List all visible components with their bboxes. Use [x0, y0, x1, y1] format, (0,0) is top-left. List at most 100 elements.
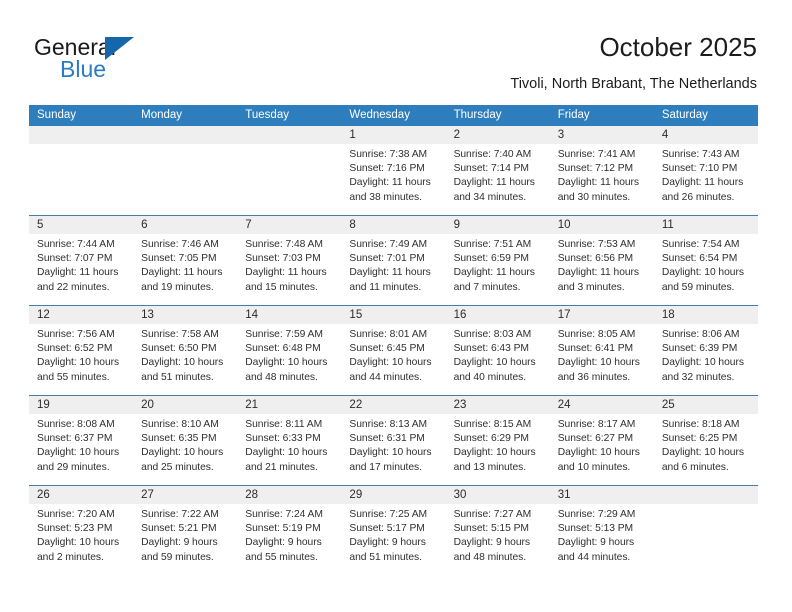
day-detail-line: and 25 minutes. [141, 461, 214, 473]
day-detail-line: Sunrise: 8:03 AM [453, 329, 532, 340]
day-number: 4 [653, 126, 758, 144]
calendar-day-cell[interactable]: 7 Sunrise: 7:48 AM Sunset: 7:03 PM Daylight… [237, 216, 342, 305]
calendar-day-cell[interactable]: 2 Sunrise: 7:40 AM Sunset: 7:14 PM Daylight… [445, 126, 550, 215]
calendar-day-cell[interactable]: 28 Sunrise: 7:24 AM Sunset: 5:19 PM Dayligh… [237, 486, 342, 575]
day-detail-line: Daylight: 10 hours [557, 357, 640, 369]
day-detail-line: Sunset: 6:33 PM [245, 433, 321, 445]
day-detail-line: Sunrise: 7:56 AM [37, 329, 115, 340]
day-detail-line: Daylight: 11 hours [141, 267, 223, 279]
day-number: 6 [133, 216, 238, 234]
day-detail-line: Daylight: 9 hours [453, 537, 530, 549]
day-details: Sunrise: 7:58 AM Sunset: 6:50 PM Daylight:… [133, 324, 237, 385]
day-detail-line: Daylight: 10 hours [661, 447, 744, 459]
day-detail-line: and 7 minutes. [453, 281, 521, 293]
calendar-day-cell[interactable]: 20 Sunrise: 8:10 AM Sunset: 6:35 PM Dayligh… [133, 396, 238, 485]
calendar-day-cell[interactable]: 9 Sunrise: 7:51 AM Sunset: 6:59 PM Daylight… [445, 216, 550, 305]
day-details [654, 504, 758, 508]
day-detail-line: Sunset: 6:56 PM [557, 253, 634, 265]
day-detail-line: Sunrise: 8:17 AM [557, 419, 636, 430]
calendar-day-cell[interactable]: 4 Sunrise: 7:43 AM Sunset: 7:10 PM Daylight… [653, 126, 758, 215]
calendar-day-cell[interactable]: 11 Sunrise: 7:54 AM Sunset: 6:54 PM Dayligh… [653, 216, 758, 305]
calendar-day-cell[interactable]: 18 Sunrise: 8:06 AM Sunset: 6:39 PM Dayligh… [653, 306, 758, 395]
day-detail-line: Sunset: 6:31 PM [349, 433, 425, 445]
calendar-day-cell[interactable]: 23 Sunrise: 8:15 AM Sunset: 6:29 PM Dayligh… [445, 396, 550, 485]
calendar-day-cell[interactable]: 31 Sunrise: 7:29 AM Sunset: 5:13 PM Dayligh… [549, 486, 654, 575]
calendar-weeks: 1 Sunrise: 7:38 AM Sunset: 7:16 PM Daylight… [29, 126, 758, 575]
day-details: Sunrise: 7:22 AM Sunset: 5:21 PM Daylight:… [133, 504, 237, 565]
calendar-day-cell[interactable]: 3 Sunrise: 7:41 AM Sunset: 7:12 PM Daylight… [549, 126, 654, 215]
day-number: 27 [133, 486, 238, 504]
calendar-day-cell[interactable]: 21 Sunrise: 8:11 AM Sunset: 6:33 PM Dayligh… [237, 396, 342, 485]
weekday-header-saturday: Saturday [661, 109, 708, 121]
day-number: 11 [653, 216, 758, 234]
calendar-day-cell-empty [653, 486, 758, 575]
day-number [29, 126, 134, 144]
day-detail-line: Daylight: 11 hours [349, 177, 431, 189]
calendar-day-cell[interactable]: 25 Sunrise: 8:18 AM Sunset: 6:25 PM Dayligh… [653, 396, 758, 485]
day-detail-line: Sunrise: 7:43 AM [661, 149, 740, 160]
calendar-day-cell[interactable]: 30 Sunrise: 7:27 AM Sunset: 5:15 PM Dayligh… [445, 486, 550, 575]
day-number: 5 [29, 216, 134, 234]
day-detail-line: Daylight: 10 hours [349, 447, 432, 459]
calendar-day-cell[interactable]: 16 Sunrise: 8:03 AM Sunset: 6:43 PM Dayligh… [445, 306, 550, 395]
day-detail-line: Daylight: 11 hours [557, 177, 640, 189]
logo-triangle-icon [105, 37, 134, 60]
day-details: Sunrise: 8:17 AM Sunset: 6:27 PM Daylight:… [550, 414, 654, 475]
calendar-day-cell[interactable]: 27 Sunrise: 7:22 AM Sunset: 5:21 PM Dayligh… [133, 486, 238, 575]
day-details: Sunrise: 7:53 AM Sunset: 6:56 PM Daylight:… [550, 234, 654, 295]
day-detail-line: Sunrise: 7:38 AM [349, 149, 428, 160]
day-detail-line: Sunrise: 7:54 AM [661, 239, 740, 250]
calendar-day-cell[interactable]: 15 Sunrise: 8:01 AM Sunset: 6:45 PM Dayligh… [341, 306, 446, 395]
day-number: 14 [237, 306, 342, 324]
day-number: 10 [549, 216, 654, 234]
day-details: Sunrise: 7:49 AM Sunset: 7:01 PM Daylight:… [341, 234, 445, 295]
day-detail-line: Sunset: 6:29 PM [453, 433, 529, 445]
day-detail-line: and 51 minutes. [141, 371, 214, 383]
day-details: Sunrise: 7:48 AM Sunset: 7:03 PM Daylight:… [237, 234, 341, 295]
day-detail-line: Daylight: 10 hours [349, 357, 432, 369]
day-number [653, 486, 758, 504]
day-details: Sunrise: 8:08 AM Sunset: 6:37 PM Daylight:… [29, 414, 133, 475]
day-detail-line: and 15 minutes. [245, 281, 318, 293]
calendar-day-cell-empty [133, 126, 238, 215]
calendar-day-cell[interactable]: 22 Sunrise: 8:13 AM Sunset: 6:31 PM Dayligh… [341, 396, 446, 485]
calendar-day-cell[interactable]: 13 Sunrise: 7:58 AM Sunset: 6:50 PM Dayligh… [133, 306, 238, 395]
day-detail-line: Sunrise: 7:22 AM [141, 509, 219, 520]
day-number: 3 [549, 126, 654, 144]
calendar-day-cell[interactable]: 29 Sunrise: 7:25 AM Sunset: 5:17 PM Dayligh… [341, 486, 446, 575]
day-detail-line: Sunset: 6:54 PM [661, 253, 738, 265]
calendar-day-cell[interactable]: 14 Sunrise: 7:59 AM Sunset: 6:48 PM Dayligh… [237, 306, 342, 395]
day-detail-line: Sunset: 7:10 PM [661, 163, 738, 175]
calendar-day-cell[interactable]: 19 Sunrise: 8:08 AM Sunset: 6:37 PM Dayligh… [29, 396, 134, 485]
day-detail-line: Sunrise: 7:41 AM [557, 149, 636, 160]
day-number [237, 126, 342, 144]
day-detail-line: Daylight: 11 hours [37, 267, 119, 279]
day-detail-line: Daylight: 10 hours [37, 537, 120, 549]
day-number: 7 [237, 216, 342, 234]
calendar-day-cell[interactable]: 1 Sunrise: 7:38 AM Sunset: 7:16 PM Daylight… [341, 126, 446, 215]
day-detail-line: and 21 minutes. [245, 461, 318, 473]
day-number: 26 [29, 486, 134, 504]
calendar-day-cell[interactable]: 8 Sunrise: 7:49 AM Sunset: 7:01 PM Daylight… [341, 216, 446, 305]
weekday-header-wednesday: Wednesday [349, 109, 410, 121]
day-details: Sunrise: 8:06 AM Sunset: 6:39 PM Daylight:… [654, 324, 758, 385]
day-detail-line: Sunrise: 7:53 AM [557, 239, 636, 250]
calendar-day-cell[interactable]: 5 Sunrise: 7:44 AM Sunset: 7:07 PM Daylight… [29, 216, 134, 305]
day-number: 17 [549, 306, 654, 324]
day-detail-line: and 17 minutes. [349, 461, 422, 473]
calendar-day-cell[interactable]: 17 Sunrise: 8:05 AM Sunset: 6:41 PM Dayligh… [549, 306, 654, 395]
calendar-day-cell[interactable]: 12 Sunrise: 7:56 AM Sunset: 6:52 PM Dayligh… [29, 306, 134, 395]
calendar-day-cell[interactable]: 24 Sunrise: 8:17 AM Sunset: 6:27 PM Dayligh… [549, 396, 654, 485]
day-details: Sunrise: 7:46 AM Sunset: 7:05 PM Daylight:… [133, 234, 237, 295]
day-detail-line: Sunset: 7:14 PM [453, 163, 529, 175]
day-detail-line: Sunrise: 7:58 AM [141, 329, 219, 340]
day-detail-line: Sunrise: 8:18 AM [661, 419, 740, 430]
calendar-day-cell[interactable]: 26 Sunrise: 7:20 AM Sunset: 5:23 PM Dayligh… [29, 486, 134, 575]
day-detail-line: Daylight: 10 hours [453, 357, 536, 369]
calendar-day-cell[interactable]: 6 Sunrise: 7:46 AM Sunset: 7:05 PM Daylight… [133, 216, 238, 305]
day-detail-line: Daylight: 10 hours [141, 447, 224, 459]
calendar-day-cell[interactable]: 10 Sunrise: 7:53 AM Sunset: 6:56 PM Dayligh… [549, 216, 654, 305]
day-detail-line: and 32 minutes. [661, 371, 735, 383]
day-detail-line: Sunset: 5:19 PM [245, 523, 321, 535]
day-detail-line: Sunset: 6:45 PM [349, 343, 425, 355]
